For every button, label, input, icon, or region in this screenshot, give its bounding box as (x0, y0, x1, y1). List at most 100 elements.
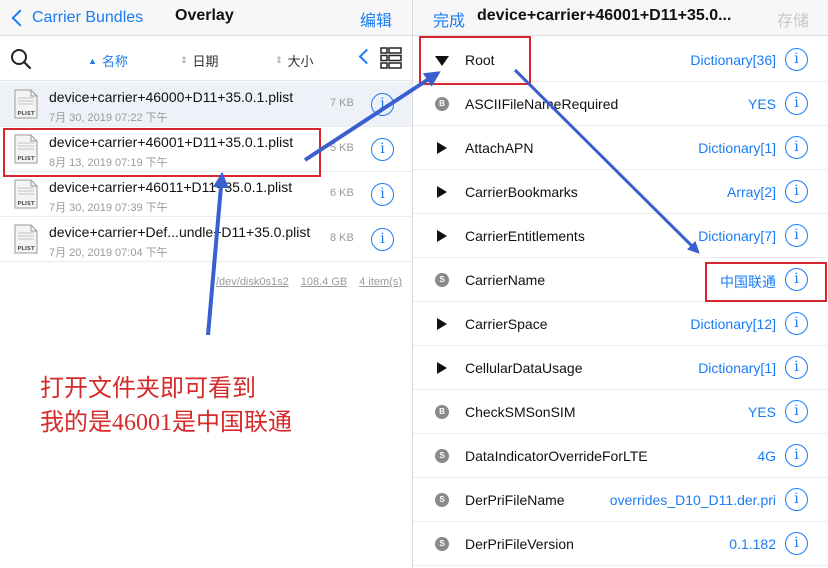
plist-value[interactable]: Dictionary[12] (690, 316, 776, 332)
file-row[interactable]: PLIST device+carrier+Def...undle+D11+35.… (0, 217, 412, 262)
annotation-text: 打开文件夹即可看到 我的是46001是中国联通 (40, 372, 292, 440)
disclosure-collapsed-icon[interactable] (437, 186, 447, 198)
string-type-icon: S (435, 537, 449, 551)
file-size: 7 KB (330, 97, 354, 109)
info-button[interactable]: i (785, 136, 808, 159)
plist-icon-text: PLIST (17, 246, 35, 252)
disclosure-collapsed-icon[interactable] (437, 362, 447, 374)
sort-bar: ▲ 名称 ⇕ 日期 ⇕ 大小 (0, 37, 412, 81)
sort-name-label: 名称 (101, 54, 128, 69)
chevron-left-icon[interactable] (358, 48, 375, 65)
plist-key: AttachAPN (465, 140, 534, 156)
plist-key: CarrierEntitlements (465, 228, 585, 244)
plist-row[interactable]: B CheckSMSonSIM YES i (413, 390, 828, 434)
string-type-icon: S (435, 273, 449, 287)
file-name: device+carrier+46011+D11+35.0.1.plist (49, 179, 293, 195)
info-button[interactable]: i (371, 138, 394, 161)
plist-file-icon: PLIST (14, 224, 38, 254)
info-button[interactable]: i (785, 444, 808, 467)
info-button[interactable]: i (785, 224, 808, 247)
right-navigation-bar: 完成 device+carrier+46001+D11+35.0... 存储 (413, 0, 828, 36)
info-button[interactable]: i (785, 488, 808, 511)
plist-value[interactable]: Dictionary[1] (698, 360, 776, 376)
back-button-label: Carrier Bundles (32, 9, 144, 26)
file-row[interactable]: PLIST device+carrier+46000+D11+35.0.1.pl… (0, 82, 412, 127)
back-button[interactable]: Carrier Bundles (10, 4, 143, 32)
info-button[interactable]: i (785, 312, 808, 335)
info-button[interactable]: i (785, 268, 808, 291)
plist-value[interactable]: Dictionary[7] (698, 228, 776, 244)
info-button[interactable]: i (785, 92, 808, 115)
plist-row[interactable]: S DerPriFileName overrides_D10_D11.der.pri… (413, 478, 828, 522)
plist-tree: Root Dictionary[36] i B ASCIIFileNameRequire… (413, 38, 828, 566)
page-title: Overlay (175, 7, 234, 24)
plist-row[interactable]: Root Dictionary[36] i (413, 38, 828, 82)
file-row[interactable]: PLIST device+carrier+46001+D11+35.0.1.pl… (0, 127, 412, 172)
grid-view-icon[interactable] (380, 47, 402, 69)
plist-icon-text: PLIST (17, 201, 35, 207)
plist-key: DataIndicatorOverrideForLTE (465, 448, 648, 464)
item-count: 4 item(s) (359, 276, 402, 288)
plist-value[interactable]: 0.1.182 (729, 536, 776, 552)
edit-button[interactable]: 编辑 (360, 7, 392, 31)
plist-row[interactable]: B ASCIIFileNameRequired YES i (413, 82, 828, 126)
free-space: 108.4 GB (300, 276, 348, 288)
plist-file-icon: PLIST (14, 89, 38, 119)
disclosure-collapsed-icon[interactable] (437, 318, 447, 330)
sort-by-size[interactable]: ⇕ 大小 (275, 51, 314, 70)
plist-value[interactable]: YES (748, 404, 776, 420)
sort-toggle-icon: ⇕ (275, 55, 283, 65)
info-button[interactable]: i (371, 93, 394, 116)
info-button[interactable]: i (785, 48, 808, 71)
plist-row[interactable]: S CarrierName 中国联通 i (413, 258, 828, 302)
plist-row[interactable]: AttachAPN Dictionary[1] i (413, 126, 828, 170)
plist-row[interactable]: CarrierSpace Dictionary[12] i (413, 302, 828, 346)
plist-row[interactable]: CellularDataUsage Dictionary[1] i (413, 346, 828, 390)
plist-icon-text: PLIST (17, 111, 35, 117)
info-button[interactable]: i (371, 183, 394, 206)
info-button[interactable]: i (785, 532, 808, 555)
plist-file-icon: PLIST (14, 134, 38, 164)
file-date: 7月 20, 2019 07:04 下午 (49, 247, 168, 259)
file-name: device+carrier+Def...undle+D11+35.0.plis… (49, 224, 311, 240)
plist-row[interactable]: S DataIndicatorOverrideForLTE 4G i (413, 434, 828, 478)
plist-key: DerPriFileVersion (465, 536, 574, 552)
plist-key: CellularDataUsage (465, 360, 583, 376)
plist-value[interactable]: YES (748, 96, 776, 112)
left-navigation-bar: Carrier Bundles Overlay 编辑 (0, 0, 412, 36)
sort-by-date[interactable]: ⇕ 日期 (180, 51, 219, 70)
plist-value[interactable]: 4G (757, 448, 776, 464)
done-button[interactable]: 完成 (433, 7, 465, 31)
plist-value[interactable]: Dictionary[36] (690, 52, 776, 68)
sort-size-label: 大小 (287, 54, 314, 69)
info-button[interactable]: i (785, 356, 808, 379)
plist-icon-text: PLIST (17, 156, 35, 162)
sort-by-name[interactable]: ▲ 名称 (88, 51, 128, 70)
save-button[interactable]: 存储 (777, 7, 809, 31)
plist-row[interactable]: CarrierEntitlements Dictionary[7] i (413, 214, 828, 258)
disclosure-expanded-icon[interactable] (435, 56, 449, 66)
plist-key: CarrierName (465, 272, 546, 288)
info-button[interactable]: i (785, 180, 808, 203)
plist-value[interactable]: Array[2] (727, 184, 776, 200)
info-button[interactable]: i (785, 400, 808, 423)
annotation-line: 打开文件夹即可看到 (40, 376, 256, 402)
plist-key: CarrierBookmarks (465, 184, 578, 200)
file-date: 8月 13, 2019 07:19 下午 (49, 157, 168, 169)
plist-value[interactable]: overrides_D10_D11.der.pri (610, 492, 776, 508)
disclosure-collapsed-icon[interactable] (437, 230, 447, 242)
boolean-type-icon: B (435, 97, 449, 111)
sort-toggle-icon: ⇕ (180, 55, 188, 65)
sort-ascending-icon: ▲ (88, 55, 97, 66)
search-icon[interactable] (10, 48, 32, 70)
file-row[interactable]: PLIST device+carrier+46011+D11+35.0.1.pl… (0, 172, 412, 217)
plist-file-icon: PLIST (14, 179, 38, 209)
disclosure-collapsed-icon[interactable] (437, 142, 447, 154)
plist-row[interactable]: CarrierBookmarks Array[2] i (413, 170, 828, 214)
plist-row[interactable]: S DerPriFileVersion 0.1.182 i (413, 522, 828, 566)
plist-key: CarrierSpace (465, 316, 548, 332)
file-size: 8 KB (330, 232, 354, 244)
plist-value[interactable]: Dictionary[1] (698, 140, 776, 156)
plist-value[interactable]: 中国联通 (720, 272, 776, 292)
info-button[interactable]: i (371, 228, 394, 251)
